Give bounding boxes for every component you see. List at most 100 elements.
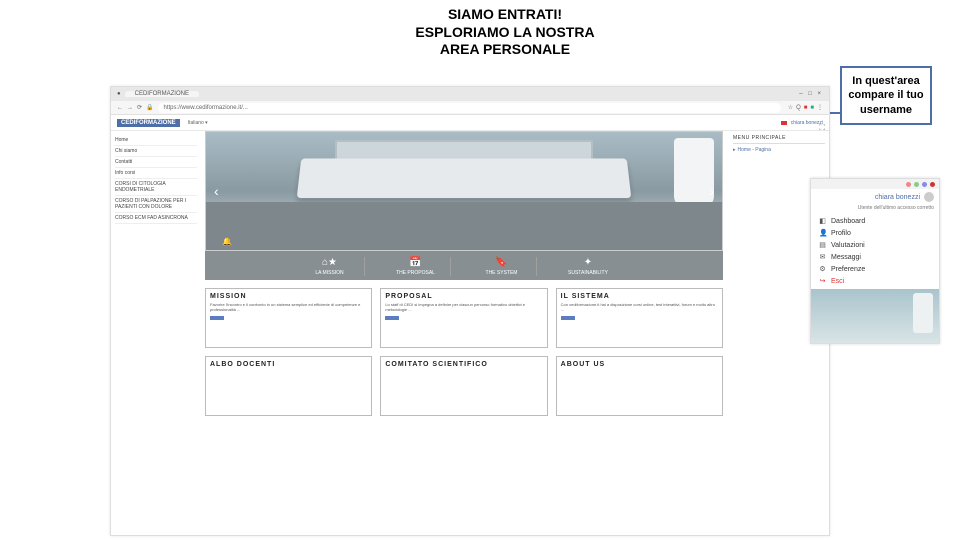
nav-cell[interactable]: ✦ SUSTAINABILITY	[563, 257, 623, 276]
flag-icon	[781, 121, 787, 125]
card-chip[interactable]	[210, 316, 224, 320]
menu-item-messaggi[interactable]: ✉ Messaggi	[811, 251, 939, 263]
snippet-toolbar	[811, 179, 939, 189]
forward-icon[interactable]: →	[127, 105, 133, 111]
card-chip[interactable]	[561, 316, 575, 320]
card-text: Favorire l'incontro e il confronto in un…	[210, 303, 367, 313]
card-heading: PROPOSAL	[385, 293, 542, 300]
ext-dot-icon	[906, 182, 911, 187]
bell-icon: 🔔	[222, 237, 232, 246]
card-chip[interactable]	[385, 316, 399, 320]
card-sistema: IL SISTEMA Con cediformazione.it hai a d…	[556, 288, 723, 348]
language-selector[interactable]: Italiano ▾	[188, 120, 208, 126]
card-proposal: PROPOSAL Lo staff di CEDI si impegna a d…	[380, 288, 547, 348]
slide-title: SIAMO ENTRATI! ESPLORIAMO LA NOSTRA AREA…	[360, 6, 650, 59]
user-row[interactable]: chiara bonezzi	[811, 189, 939, 205]
pinterest-icon	[930, 182, 935, 187]
back-icon[interactable]: ←	[117, 105, 123, 111]
nav-cell[interactable]: 📅 THE PROPOSAL	[391, 257, 451, 276]
browser-tab-bar: ● CEDIFORMAZIONE – □ ×	[111, 87, 829, 101]
expand-icon[interactable]: ⛶	[819, 123, 825, 133]
lock-icon: 🔒	[146, 104, 153, 111]
card-mission: MISSION Favorire l'incontro e il confron…	[205, 288, 372, 348]
nav-cell[interactable]: 🔖 THE SYSTEM	[477, 257, 537, 276]
snippet-photo	[811, 289, 939, 343]
card-heading: COMITATO SCIENTIFICO	[385, 361, 542, 368]
title-line1: SIAMO ENTRATI!	[360, 6, 650, 24]
cards-row-2: ALBO DOCENTI COMITATO SCIENTIFICO ABOUT …	[205, 356, 723, 416]
nav-label: THE SYSTEM	[486, 270, 518, 276]
sparkle-icon: ✦	[563, 257, 613, 268]
sidebar-item[interactable]: Home	[115, 135, 197, 146]
hero-carousel: ‹ 🔔 ›	[205, 131, 723, 251]
ext-dot-icon	[922, 182, 927, 187]
annotation-callout: In quest'area compare il tuo username	[840, 66, 932, 125]
cards-row: MISSION Favorire l'incontro e il confron…	[205, 288, 723, 348]
card-text: Lo staff di CEDI si impegna a definire p…	[385, 303, 542, 313]
ext-dot-icon	[914, 182, 919, 187]
user-dropdown-snippet: chiara bonezzi Utente dell'ultimo access…	[810, 178, 940, 344]
menu-item-valutazioni[interactable]: ▤ Valutazioni	[811, 239, 939, 251]
url-field[interactable]: https://www.cediformazione.it/...	[158, 103, 781, 113]
user-menu: ◧ Dashboard 👤 Profilo ▤ Valutazioni ✉ Me…	[811, 213, 939, 289]
carousel-next-icon[interactable]: ›	[701, 183, 722, 199]
menu-link[interactable]: ▸ Home - Pagina	[733, 147, 825, 153]
icon-nav-row: ⌂★ LA MISSION 📅 THE PROPOSAL 🔖 THE SYSTE…	[205, 251, 723, 280]
folder-icon: ▸	[733, 147, 736, 153]
menu-label: Preferenze	[831, 266, 865, 273]
menu-label: Dashboard	[831, 218, 865, 225]
extension-icons[interactable]: ☆Q■■⋮	[785, 104, 823, 111]
hero-bed	[297, 158, 632, 198]
browser-window: ● CEDIFORMAZIONE – □ × ← → ⟳ 🔒 https://w…	[110, 86, 830, 536]
menu-link-label: Home - Pagina	[738, 147, 771, 153]
list-icon: ▤	[819, 241, 826, 249]
site-top-bar: CEDIFORMAZIONE Italiano ▾ chiara bonezzi	[111, 115, 829, 131]
nav-cell[interactable]: ⌂★ LA MISSION	[305, 257, 365, 276]
left-sidebar: Home Chi siamo Contatti Info corsi CORSI…	[111, 131, 201, 535]
menu-item-dashboard[interactable]: ◧ Dashboard	[811, 215, 939, 227]
card-about: ABOUT US	[556, 356, 723, 416]
reload-icon[interactable]: ⟳	[137, 104, 142, 111]
menu-label: Valutazioni	[831, 242, 865, 249]
home-star-icon: ⌂★	[305, 257, 354, 268]
sidebar-item[interactable]: CORSO DI PALPAZIONE PER I PAZIENTI CON D…	[115, 196, 197, 213]
menu-label: Messaggi	[831, 254, 861, 261]
card-comitato: COMITATO SCIENTIFICO	[380, 356, 547, 416]
card-albo: ALBO DOCENTI	[205, 356, 372, 416]
calendar-icon: 📅	[391, 257, 440, 268]
tab-dot: ●	[117, 91, 121, 97]
sidebar-item[interactable]: Info corsi	[115, 168, 197, 179]
menu-item-preferenze[interactable]: ⚙ Preferenze	[811, 263, 939, 275]
page-content: Home Chi siamo Contatti Info corsi CORSI…	[111, 131, 829, 535]
menu-item-profilo[interactable]: 👤 Profilo	[811, 227, 939, 239]
card-heading: MISSION	[210, 293, 367, 300]
logout-icon: ↪	[819, 277, 826, 285]
sidebar-item[interactable]: CORSI DI CITOLOGIA ENDOMETRIALE	[115, 179, 197, 196]
window-controls[interactable]: – □ ×	[799, 91, 823, 97]
username-label: chiara bonezzi	[875, 194, 920, 201]
dashboard-icon: ◧	[819, 217, 826, 225]
bookmark-icon: 🔖	[477, 257, 526, 268]
address-bar: ← → ⟳ 🔒 https://www.cediformazione.it/..…	[111, 101, 829, 115]
mail-icon: ✉	[819, 253, 826, 261]
carousel-prev-icon[interactable]: ‹	[206, 183, 227, 199]
user-icon: 👤	[819, 229, 826, 237]
card-heading: ALBO DOCENTI	[210, 361, 367, 368]
status-text: Utente dell'ultimo accesso corretto	[811, 205, 939, 213]
browser-tab[interactable]: CEDIFORMAZIONE	[125, 91, 199, 97]
card-heading: IL SISTEMA	[561, 293, 718, 300]
site-logo[interactable]: CEDIFORMAZIONE	[117, 119, 180, 127]
sidebar-item[interactable]: CORSO ECM FAD ASINCRONA	[115, 213, 197, 224]
title-line2: ESPLORIAMO LA NOSTRA	[360, 24, 650, 42]
sidebar-item[interactable]: Chi siamo	[115, 146, 197, 157]
nav-label: LA MISSION	[315, 270, 343, 276]
menu-title: MENU PRINCIPALE	[733, 135, 825, 144]
title-line3: AREA PERSONALE	[360, 41, 650, 59]
main-area: ‹ 🔔 › ⌂★ LA MISSION 📅 THE PROPOSAL �	[201, 131, 729, 535]
card-heading: ABOUT US	[561, 361, 718, 368]
nav-label: SUSTAINABILITY	[568, 270, 608, 276]
menu-label: Esci	[831, 278, 844, 285]
menu-item-esci[interactable]: ↪ Esci	[811, 275, 939, 287]
sidebar-item[interactable]: Contatti	[115, 157, 197, 168]
hero-caption-strip	[206, 202, 722, 250]
